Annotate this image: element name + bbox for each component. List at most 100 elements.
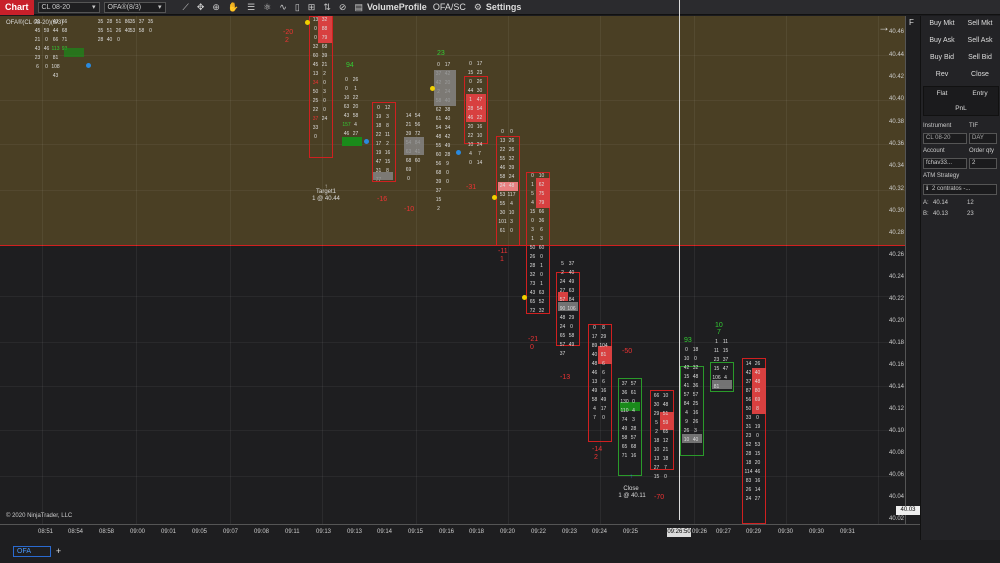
order-qty-stepper[interactable]: 2 [969, 158, 997, 169]
settings-button[interactable]: Settings [486, 2, 522, 12]
delta-value: 0 [530, 344, 534, 351]
x-tick-label: 09:16 [439, 529, 455, 535]
delta-value: -16 [377, 196, 388, 203]
instrument-label: Instrument [923, 123, 952, 129]
trade-icon[interactable]: ⇅ [323, 2, 331, 13]
indicator-selector[interactable]: OFA®(8/3) ▾ [103, 1, 166, 13]
delta-value: -21 [528, 336, 539, 343]
y-tick-label: 40.04 [889, 494, 905, 500]
poc-dot [522, 295, 527, 300]
y-tick-label: 40.12 [889, 406, 905, 412]
instrument-selector[interactable]: CL 08-20 ▾ [37, 1, 100, 13]
x-tick-label: 09:11 [285, 529, 300, 535]
entry-label: Entry [972, 90, 988, 97]
y-tick-label: 40.08 [889, 450, 905, 456]
grid-line [0, 144, 905, 145]
close-arrow-icon: ↑ [629, 474, 633, 480]
volume-profile-button[interactable]: VolumeProfile [367, 2, 427, 12]
y-tick-label: 40.36 [889, 141, 905, 147]
tif-label: TIF [969, 123, 978, 129]
account-select[interactable]: fchav33... [923, 158, 967, 169]
y-tick-label: 40.40 [889, 96, 905, 102]
grid-line [136, 16, 137, 524]
info-icon[interactable]: ℹ [926, 185, 928, 192]
grid-line [0, 55, 905, 56]
toolbar: Chart CL 08-20 ▾ OFA®(8/3) ▾ ⟋ ✥ ⊕ ✋ ☰ ⚛… [0, 0, 1000, 15]
buy-market-button[interactable]: Buy Mkt [923, 16, 961, 31]
tif-select[interactable]: DAY [969, 133, 997, 144]
grid-line [0, 342, 905, 343]
y-tick-label: 40.28 [889, 230, 905, 236]
y-tick-label: 40.30 [889, 208, 905, 214]
sell-bid-button[interactable]: Sell Bid [961, 50, 999, 65]
y-tick-label: 40.20 [889, 318, 905, 324]
value-area-cell [404, 137, 424, 155]
x-tick-label: 09:20 [500, 529, 516, 535]
x-tick-label: 09:18 [469, 529, 485, 535]
copyright-label: © 2020 NinjaTrader, LLC [6, 513, 73, 519]
tab-bar [0, 540, 1000, 563]
x-tick-label: 09:14 [377, 529, 393, 535]
gear-icon[interactable]: ⚙ [474, 2, 482, 13]
grid-line [42, 16, 43, 524]
grid-line [0, 190, 905, 191]
delta-value: -31 [466, 184, 477, 191]
x-tick-label: 09:22 [531, 529, 547, 535]
x-tick-label: 09:23 [562, 529, 578, 535]
ofa-sc-button[interactable]: OFA/SC [433, 2, 466, 12]
close-fill-label: 1 @ 40.11 [618, 493, 646, 499]
value-area-cell [434, 70, 456, 106]
poc-dot [86, 63, 91, 68]
strategy-icon[interactable]: ⚛ [263, 2, 271, 13]
poc-dot [430, 86, 435, 91]
volume-profile-icon[interactable]: ▤ [354, 2, 363, 13]
bar-type-icon[interactable]: ▯ [295, 2, 300, 13]
delta-value: 94 [346, 62, 354, 69]
footprint-bar: 08 17 29 89 104 40 81 48 6 46 6 13 6 49 16 58 49… [591, 325, 608, 421]
indicator-selector-value: OFA®(8/3) [107, 3, 142, 11]
value-area-cell [373, 172, 393, 180]
buy-ask-button[interactable]: Buy Ask [923, 33, 961, 48]
alert-icon[interactable]: ⊘ [339, 2, 347, 13]
delta-value: 1 [500, 256, 504, 263]
chart-trader-panel: Buy Mkt Sell Mkt Buy Ask Sell Ask Buy Bi… [920, 16, 1000, 540]
delta-value: -14 [592, 446, 603, 453]
x-tick-label: 09:01 [161, 529, 177, 535]
footprint-bar: 37 57 36 61 130 0 110 4 74 3 49 28 58 57 65 68 7… [620, 381, 637, 459]
pan-icon[interactable]: ✋ [228, 2, 239, 13]
delta-value: 10 [715, 322, 723, 329]
footprint-bar: 0 10 1 62 5 75 4 79 15 66 0 36 36 13 50 60 26 0 … [529, 173, 545, 314]
target-fill-label: 1 @ 40.44 [312, 196, 340, 202]
y-tick-label: 40.10 [889, 428, 905, 434]
draw-line-icon[interactable]: ⟋ [183, 2, 189, 13]
price-axis[interactable] [905, 16, 920, 524]
tab-ofa[interactable]: OFA [13, 546, 51, 557]
y-tick-label: 40.38 [889, 119, 905, 125]
ask-price: 40.14 [933, 200, 949, 206]
template-icon[interactable]: ⊞ [308, 2, 316, 13]
close-label: Close [623, 486, 639, 492]
buy-bid-button[interactable]: Buy Bid [923, 50, 961, 65]
account-label: Account [923, 148, 945, 154]
delta-value: -13 [560, 374, 571, 381]
bid-label: B: [923, 211, 929, 217]
instrument-field[interactable]: CL 08-20 [923, 133, 967, 144]
crosshair-icon[interactable]: ✥ [197, 2, 205, 13]
delta-value: -70 [654, 494, 665, 501]
zoom-icon[interactable]: ⊕ [212, 2, 220, 13]
add-tab-button[interactable]: + [54, 546, 63, 557]
properties-icon[interactable]: ☰ [247, 2, 255, 13]
close-position-button[interactable]: Close [961, 67, 999, 82]
sell-ask-button[interactable]: Sell Ask [961, 33, 999, 48]
reverse-button[interactable]: Rev [923, 67, 961, 82]
chart-tab[interactable]: Chart [0, 0, 34, 15]
chart-panel[interactable]: OFA®(CL 08-20)(8/3) → 21 43 66 45 59 44 68 21… [0, 16, 905, 524]
x-tick-label: 09:13 [316, 529, 332, 535]
sell-market-button[interactable]: Sell Mkt [961, 16, 999, 31]
x-tick-label: 08:54 [68, 529, 84, 535]
atm-strategy-select[interactable]: 2 contratos -... [923, 184, 997, 195]
indicator-icon[interactable]: ∿ [279, 2, 287, 13]
footprint-bar: 13 32 0 88 0 79 32 68 60 39 45 21 13 2 34 0 50 3 … [312, 17, 328, 140]
delta-value: 2 [594, 454, 598, 461]
ask-label: A: [923, 200, 929, 206]
